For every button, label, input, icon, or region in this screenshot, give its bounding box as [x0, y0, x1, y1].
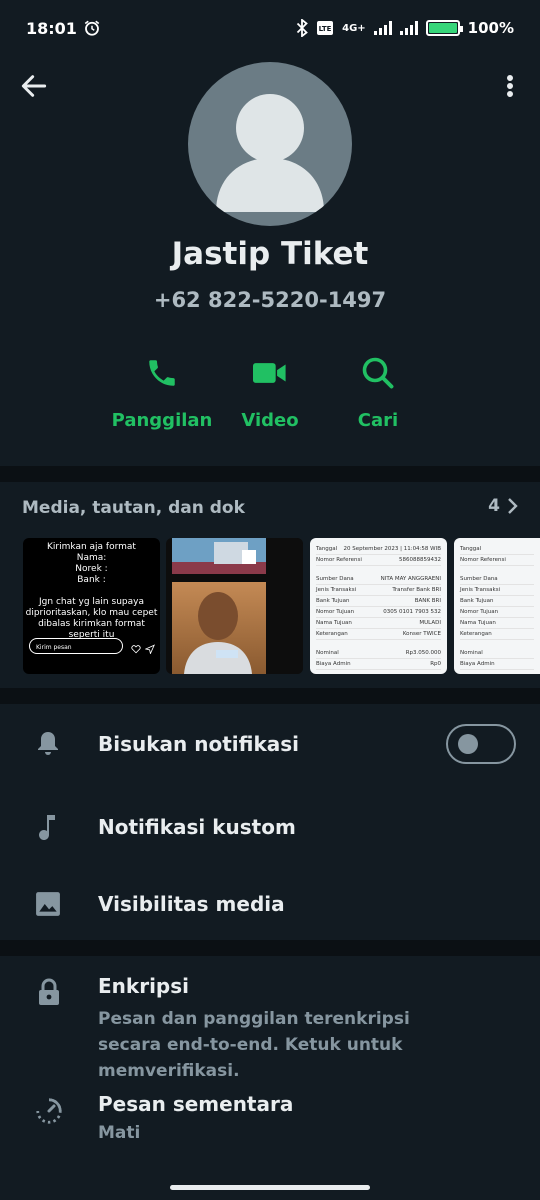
- contact-header: Jastip Tiket +62 822-5220-1497 Panggilan…: [0, 56, 540, 466]
- receipt-row: Biaya Admin: [460, 659, 534, 670]
- receipt-row: Nama Tujuan: [460, 618, 534, 629]
- status-icons: LTE 4G+ 100%: [296, 19, 514, 37]
- thumb-reply-box: Kirim pesan: [29, 638, 123, 654]
- media-thumb-4[interactable]: Tanggal Nomor Referensi Sumber Dana Jeni…: [454, 538, 540, 674]
- thumb-text-1: Kirimkan aja format: [47, 542, 136, 552]
- volte-icon: LTE: [317, 21, 334, 35]
- mute-toggle[interactable]: [446, 724, 516, 764]
- receipt-row: Nama Tujuan MULADI: [316, 618, 441, 629]
- thumb-text-3: Norek :: [75, 564, 108, 574]
- contact-name: Jastip Tiket: [171, 236, 369, 272]
- disappearing-title: Pesan sementara: [98, 1092, 294, 1116]
- media-count-link[interactable]: 4: [488, 496, 518, 516]
- media-count: 4: [488, 496, 500, 516]
- bell-icon: [38, 732, 58, 755]
- media-section: Media, tautan, dan dok 4 Kirimkan aja fo…: [0, 482, 540, 688]
- status-time: 18:01: [26, 19, 101, 38]
- media-thumb-1[interactable]: Kirimkan aja format Nama: Norek : Bank :…: [23, 538, 160, 674]
- photo-collage-image: [172, 538, 303, 674]
- media-visibility-label: Visibilitas media: [98, 892, 285, 916]
- music-note-icon: [39, 815, 55, 840]
- receipt-row: Bank Tujuan: [460, 596, 534, 607]
- clock-text: 18:01: [26, 18, 77, 38]
- encryption-title: Enkripsi: [98, 974, 189, 998]
- notification-settings: Bisukan notifikasi Notifikasi kustom Vis…: [0, 704, 540, 940]
- battery-text: 100%: [467, 19, 514, 37]
- status-bar: 18:01 LTE 4G+ 100%: [0, 0, 540, 56]
- receipt-row: Sumber Dana NITA MAY ANGGRAENI: [316, 574, 441, 585]
- receipt-row: Keterangan Konser TWICE: [316, 629, 441, 640]
- disappearing-messages-row[interactable]: Pesan sementara Mati: [0, 1092, 540, 1146]
- signal-icon: [373, 21, 392, 35]
- divider: [0, 466, 540, 482]
- custom-notifications-label: Notifikasi kustom: [98, 815, 296, 839]
- person-icon: [216, 94, 324, 212]
- receipt-row: Nomor Referensi: [460, 555, 534, 566]
- thumb-text-4: Bank :: [77, 575, 106, 585]
- receipt-row: Nomor Referensi 586088859432: [316, 555, 441, 566]
- custom-notifications-row[interactable]: Notifikasi kustom: [0, 797, 540, 857]
- more-vert-icon: [507, 75, 513, 97]
- phone-icon: [149, 360, 175, 386]
- video-icon: [253, 363, 286, 383]
- receipt-row: Sumber Dana: [460, 574, 534, 585]
- network-type: 4G+: [342, 22, 366, 34]
- thumb-text-2: Nama:: [76, 553, 107, 563]
- avatar[interactable]: [188, 62, 352, 226]
- signal-icon-2: [399, 21, 418, 35]
- image-icon: [36, 892, 60, 916]
- receipt-row: Tanggal 20 September 2023 | 11:04:58 WIB: [316, 544, 441, 555]
- receipt-row: Nominal Rp3.050.000: [316, 648, 441, 659]
- encryption-row[interactable]: Enkripsi Pesan dan panggilan terenkripsi…: [0, 974, 540, 1084]
- media-thumb-3[interactable]: Tanggal 20 September 2023 | 11:04:58 WIB …: [310, 538, 447, 674]
- mute-notifications-label: Bisukan notifikasi: [98, 732, 300, 756]
- lock-icon: [39, 978, 59, 1005]
- receipt-row: Jenis Transaksi: [460, 585, 534, 596]
- receipt-row: Keterangan: [460, 629, 534, 640]
- search-button[interactable]: Cari: [313, 352, 443, 431]
- search-label: Cari: [357, 410, 399, 431]
- battery-icon: [425, 20, 463, 36]
- divider: [0, 688, 540, 704]
- back-button[interactable]: [18, 70, 50, 102]
- home-indicator[interactable]: [170, 1185, 370, 1190]
- timer-icon: [36, 1098, 62, 1124]
- receipt-row: Tanggal: [460, 544, 534, 555]
- contact-phone: +62 822-5220-1497: [153, 288, 387, 312]
- privacy-settings: Enkripsi Pesan dan panggilan terenkripsi…: [0, 956, 540, 1200]
- media-title[interactable]: Media, tautan, dan dok: [22, 498, 245, 518]
- media-visibility-row[interactable]: Visibilitas media: [0, 874, 540, 934]
- thumb-text-7: diprioritaskan, klo mau cepet: [25, 608, 158, 618]
- disappearing-value: Mati: [98, 1123, 141, 1143]
- alarm-icon: [84, 20, 100, 36]
- chevron-right-icon: [508, 498, 518, 514]
- search-icon: [362, 357, 394, 389]
- receipt-row: Nomor Tujuan 0305 0101 7903 532: [316, 607, 441, 618]
- thumb-text-6: Jgn chat yg lain supaya: [39, 597, 144, 607]
- svg-text:LTE: LTE: [319, 25, 332, 33]
- receipt-row: Biaya Admin Rp0: [316, 659, 441, 670]
- mute-notifications-row[interactable]: Bisukan notifikasi: [0, 714, 540, 774]
- divider: [0, 940, 540, 956]
- receipt-row: Nomor Tujuan: [460, 607, 534, 618]
- media-thumb-2[interactable]: [166, 538, 303, 674]
- arrow-left-icon: [21, 75, 47, 97]
- encryption-subtitle: Pesan dan panggilan terenkripsi secara e…: [98, 1009, 410, 1081]
- send-icon: [145, 644, 155, 654]
- heart-icon: [131, 645, 141, 654]
- receipt-row: Jenis Transaksi Transfer Bank BRI: [316, 585, 441, 596]
- toggle-knob: [458, 734, 478, 754]
- bluetooth-icon: [296, 19, 308, 37]
- more-options-button[interactable]: [498, 70, 522, 102]
- receipt-row: Nominal: [460, 648, 534, 659]
- receipt-row: Bank Tujuan BANK BRI: [316, 596, 441, 607]
